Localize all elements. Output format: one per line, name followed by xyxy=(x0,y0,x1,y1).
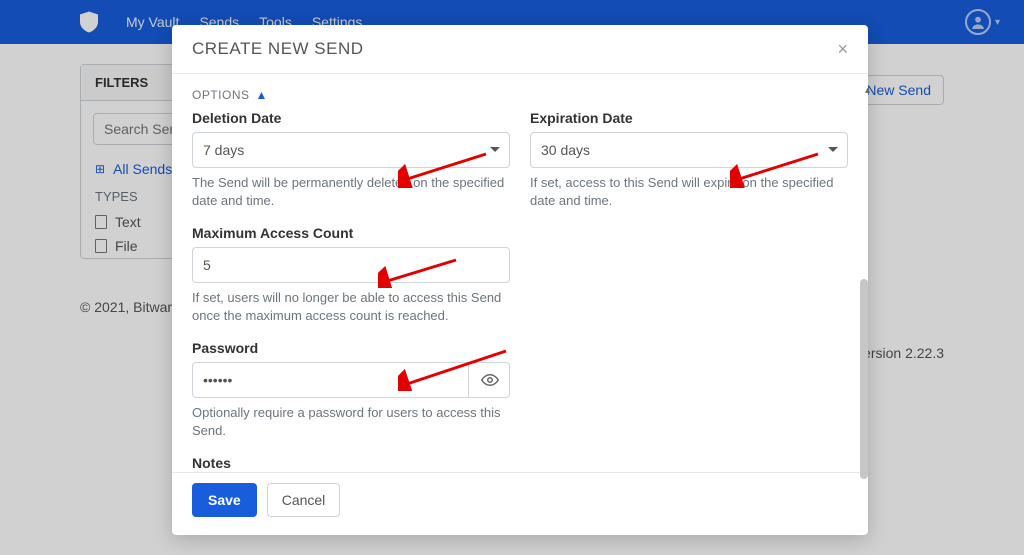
max-access-label: Maximum Access Count xyxy=(192,225,510,241)
expiration-date-select[interactable]: 30 days xyxy=(530,132,848,168)
options-toggle[interactable]: OPTIONS ▲ xyxy=(192,88,848,102)
deletion-date-label: Deletion Date xyxy=(192,110,510,126)
deletion-date-help: The Send will be permanently deleted on … xyxy=(192,174,510,209)
create-send-modal: CREATE NEW SEND × OPTIONS ▲ Deletion Dat… xyxy=(172,25,868,535)
close-icon[interactable]: × xyxy=(837,40,848,58)
scrollbar-thumb[interactable] xyxy=(860,279,868,479)
expiration-date-help: If set, access to this Send will expire … xyxy=(530,174,848,209)
save-button[interactable]: Save xyxy=(192,483,257,517)
expiration-date-label: Expiration Date xyxy=(530,110,848,126)
modal-title: CREATE NEW SEND xyxy=(192,39,364,59)
options-label: OPTIONS xyxy=(192,88,250,102)
modal-scrollbar[interactable]: ▴ xyxy=(858,99,870,487)
chevron-up-icon: ▲ xyxy=(256,88,268,102)
password-help: Optionally require a password for users … xyxy=(192,404,510,439)
cancel-button[interactable]: Cancel xyxy=(267,483,341,517)
eye-icon[interactable] xyxy=(468,362,510,398)
password-input[interactable] xyxy=(192,362,510,398)
password-label: Password xyxy=(192,340,510,356)
max-access-input[interactable] xyxy=(192,247,510,283)
notes-label: Notes xyxy=(192,455,848,471)
deletion-date-select[interactable]: 7 days xyxy=(192,132,510,168)
scroll-up-icon[interactable]: ▴ xyxy=(865,85,870,96)
max-access-help: If set, users will no longer be able to … xyxy=(192,289,510,324)
